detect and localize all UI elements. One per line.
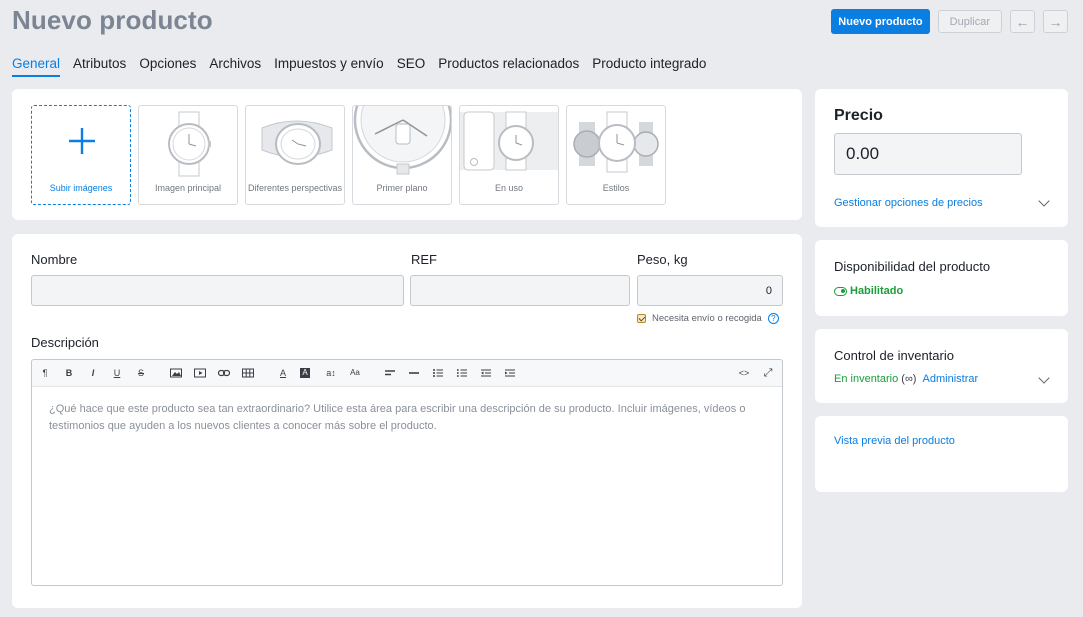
prev-button[interactable]: ← — [1010, 10, 1035, 33]
inventory-status-row: En inventario (∞) Administrar — [834, 373, 978, 385]
paragraph-button[interactable]: ¶ — [38, 366, 52, 380]
image-slot-perspectives-label: Diferentes perspectivas — [247, 183, 343, 193]
shipping-label: Necesita envío o recogida — [652, 313, 762, 324]
inventory-card: Control de inventario En inventario (∞) … — [815, 329, 1068, 403]
tab-seo[interactable]: SEO — [397, 56, 426, 77]
horizontal-rule-icon — [409, 372, 419, 374]
image-slot-main[interactable]: Imagen principal — [138, 105, 238, 205]
tab-producto-integrado[interactable]: Producto integrado — [592, 56, 706, 77]
ref-label: REF — [411, 252, 437, 267]
tab-productos-relacionados[interactable]: Productos relacionados — [438, 56, 579, 77]
image-slot-in-use-label: En uso — [494, 183, 524, 193]
tab-bar: General Atributos Opciones Archivos Impu… — [12, 56, 706, 77]
price-card: Precio Gestionar opciones de precios — [815, 89, 1068, 227]
infinity-label: (∞) — [901, 373, 917, 385]
tab-archivos[interactable]: Archivos — [209, 56, 261, 77]
numbered-list-button[interactable] — [455, 366, 469, 380]
description-label: Descripción — [31, 335, 99, 350]
bullet-list-button[interactable] — [431, 366, 445, 380]
upload-images-slot[interactable]: Subir imágenes — [31, 105, 131, 205]
insert-link-button[interactable] — [217, 366, 231, 380]
shipping-checkbox[interactable] — [637, 314, 646, 323]
image-slots: Subir imágenes Imagen principal Diferent… — [31, 105, 666, 205]
product-form-card: Nombre REF Peso, kg Necesita envío o rec… — [12, 234, 802, 608]
tab-general[interactable]: General — [12, 56, 61, 77]
availability-card: Disponibilidad del producto Habilitado — [815, 240, 1068, 316]
shipping-option: Necesita envío o recogida ? — [637, 313, 779, 324]
chevron-down-icon[interactable] — [1038, 195, 1050, 207]
bullet-list-icon — [433, 369, 443, 377]
new-product-button[interactable]: Nuevo producto — [831, 9, 930, 34]
background-color-button[interactable]: A — [300, 368, 310, 378]
underline-button[interactable]: U — [110, 366, 124, 380]
link-icon — [217, 369, 231, 377]
toggle-on-icon — [834, 286, 847, 296]
insert-table-button[interactable] — [241, 366, 255, 380]
bold-button[interactable]: B — [62, 366, 76, 380]
manage-pricing-link[interactable]: Gestionar opciones de precios — [834, 197, 983, 209]
description-placeholder[interactable]: ¿Qué hace que este producto sea tan extr… — [32, 387, 782, 449]
name-label: Nombre — [31, 252, 78, 267]
inventory-status: En inventario — [834, 373, 899, 385]
image-slot-closeup-label: Primer plano — [376, 183, 428, 193]
top-actions: Nuevo producto Duplicar ← → — [831, 9, 1068, 34]
font-color-button[interactable]: A — [276, 366, 290, 380]
outdent-icon — [481, 369, 491, 377]
availability-title: Disponibilidad del producto — [834, 259, 991, 274]
price-title: Precio — [834, 107, 883, 124]
price-input[interactable] — [834, 133, 1022, 175]
tab-impuestos-envio[interactable]: Impuestos y envío — [274, 56, 384, 77]
table-icon — [242, 368, 254, 378]
align-left-icon — [385, 370, 395, 376]
font-size-button[interactable]: a↕ — [324, 366, 338, 380]
name-input[interactable] — [31, 275, 404, 306]
upload-images-label: Subir imágenes — [49, 183, 113, 193]
align-left-button[interactable] — [383, 366, 397, 380]
next-button[interactable]: → — [1043, 10, 1068, 33]
insert-video-button[interactable] — [193, 366, 207, 380]
horizontal-rule-button[interactable] — [407, 366, 421, 380]
preview-card: Vista previa del producto — [815, 416, 1068, 492]
image-slot-styles-label: Estilos — [602, 183, 630, 193]
availability-status-label: Habilitado — [850, 285, 904, 297]
insert-image-button[interactable] — [169, 366, 183, 380]
code-view-button[interactable]: <> — [737, 366, 751, 380]
duplicate-button[interactable]: Duplicar — [937, 10, 1002, 33]
strikethrough-button[interactable]: S — [134, 366, 148, 380]
text-case-button[interactable]: Aa — [348, 366, 362, 380]
page-title: Nuevo producto — [12, 5, 213, 35]
weight-label: Peso, kg — [637, 252, 688, 267]
outdent-button[interactable] — [479, 366, 493, 380]
indent-button[interactable] — [503, 366, 517, 380]
fullscreen-button[interactable]: ⤢ — [761, 366, 775, 380]
inventory-title: Control de inventario — [834, 348, 954, 363]
chevron-down-icon[interactable] — [1038, 372, 1050, 384]
availability-status[interactable]: Habilitado — [834, 285, 903, 297]
image-slot-in-use[interactable]: En uso — [459, 105, 559, 205]
description-editor: ¶ B I U S A A a↕ Aa <> ⤢ ¿Qué hace que e… — [31, 359, 783, 586]
images-card: Subir imágenes Imagen principal Diferent… — [12, 89, 802, 220]
ref-input[interactable] — [410, 275, 630, 306]
image-slot-perspectives[interactable]: Diferentes perspectivas — [245, 105, 345, 205]
arrow-left-icon: ← — [1015, 13, 1030, 30]
product-preview-link[interactable]: Vista previa del producto — [834, 435, 955, 447]
numbered-list-icon — [457, 369, 467, 377]
image-slot-styles[interactable]: Estilos — [566, 105, 666, 205]
weight-input[interactable] — [637, 275, 783, 306]
arrow-right-icon: → — [1048, 13, 1063, 30]
editor-toolbar: ¶ B I U S A A a↕ Aa <> ⤢ — [32, 360, 782, 387]
tab-opciones[interactable]: Opciones — [139, 56, 196, 77]
image-slot-closeup[interactable]: Primer plano — [352, 105, 452, 205]
manage-inventory-link[interactable]: Administrar — [923, 373, 979, 385]
indent-icon — [505, 369, 515, 377]
image-icon — [170, 368, 182, 378]
image-slot-main-label: Imagen principal — [154, 183, 222, 193]
tab-atributos[interactable]: Atributos — [73, 56, 126, 77]
help-icon[interactable]: ? — [767, 313, 779, 324]
video-icon — [194, 368, 206, 378]
italic-button[interactable]: I — [86, 366, 100, 380]
